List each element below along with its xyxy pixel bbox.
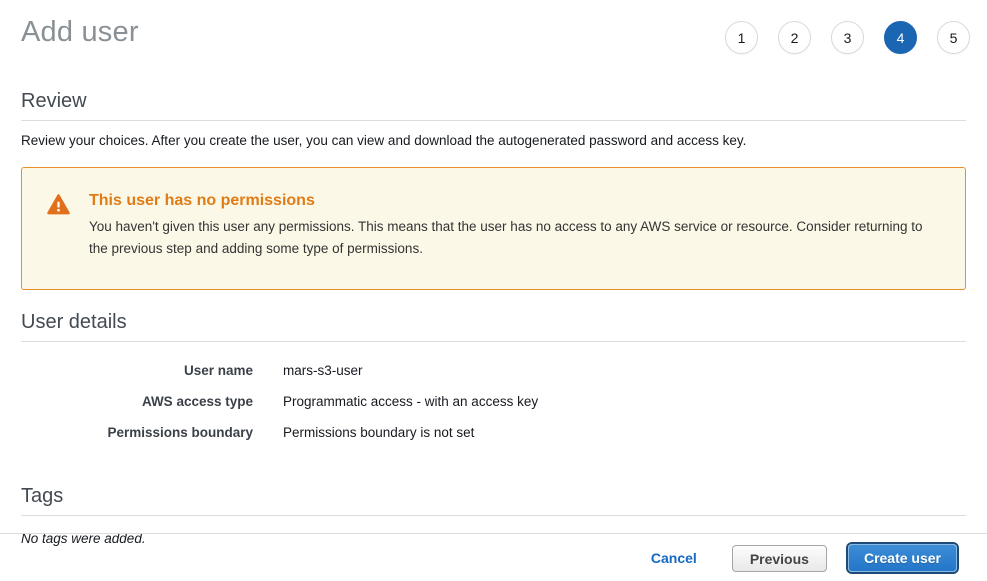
user-name-value: mars-s3-user bbox=[283, 363, 966, 378]
wizard-content: Review Review your choices. After you cr… bbox=[0, 90, 987, 546]
review-description: Review your choices. After you create th… bbox=[21, 133, 966, 148]
review-section-heading: Review bbox=[21, 90, 966, 121]
wizard-footer: Cancel Previous Create user bbox=[0, 533, 987, 572]
table-row-permissions-boundary: Permissions boundary Permissions boundar… bbox=[21, 417, 966, 448]
create-user-button[interactable]: Create user bbox=[848, 544, 957, 572]
step-indicator-5[interactable]: 5 bbox=[937, 21, 970, 54]
access-type-label: AWS access type bbox=[21, 394, 253, 409]
warning-body: You haven't given this user any permissi… bbox=[89, 216, 935, 260]
permissions-boundary-label: Permissions boundary bbox=[21, 425, 253, 440]
user-details-section-heading: User details bbox=[21, 311, 966, 342]
step-indicator-4-current[interactable]: 4 bbox=[884, 21, 917, 54]
cancel-button[interactable]: Cancel bbox=[651, 550, 697, 566]
warning-text-block: This user has no permissions You haven't… bbox=[89, 192, 935, 289]
warning-title: This user has no permissions bbox=[89, 192, 935, 210]
previous-button[interactable]: Previous bbox=[732, 545, 827, 572]
permissions-boundary-value: Permissions boundary is not set bbox=[283, 425, 966, 440]
add-user-wizard-page: Add user 1 2 3 4 5 Review Review your ch… bbox=[0, 0, 987, 581]
access-type-value: Programmatic access - with an access key bbox=[283, 394, 966, 409]
page-title: Add user bbox=[21, 16, 139, 49]
user-details-table: User name mars-s3-user AWS access type P… bbox=[21, 355, 966, 448]
table-row-access-type: AWS access type Programmatic access - wi… bbox=[21, 386, 966, 417]
table-row-user-name: User name mars-s3-user bbox=[21, 355, 966, 386]
tags-section-heading: Tags bbox=[21, 485, 966, 516]
wizard-header: Add user 1 2 3 4 5 bbox=[0, 0, 987, 54]
step-indicator: 1 2 3 4 5 bbox=[725, 21, 970, 54]
warning-triangle-icon bbox=[47, 194, 70, 289]
no-permissions-warning-banner: This user has no permissions You haven't… bbox=[21, 167, 966, 290]
step-indicator-1[interactable]: 1 bbox=[725, 21, 758, 54]
step-indicator-2[interactable]: 2 bbox=[778, 21, 811, 54]
user-name-label: User name bbox=[21, 363, 253, 378]
step-indicator-3[interactable]: 3 bbox=[831, 21, 864, 54]
